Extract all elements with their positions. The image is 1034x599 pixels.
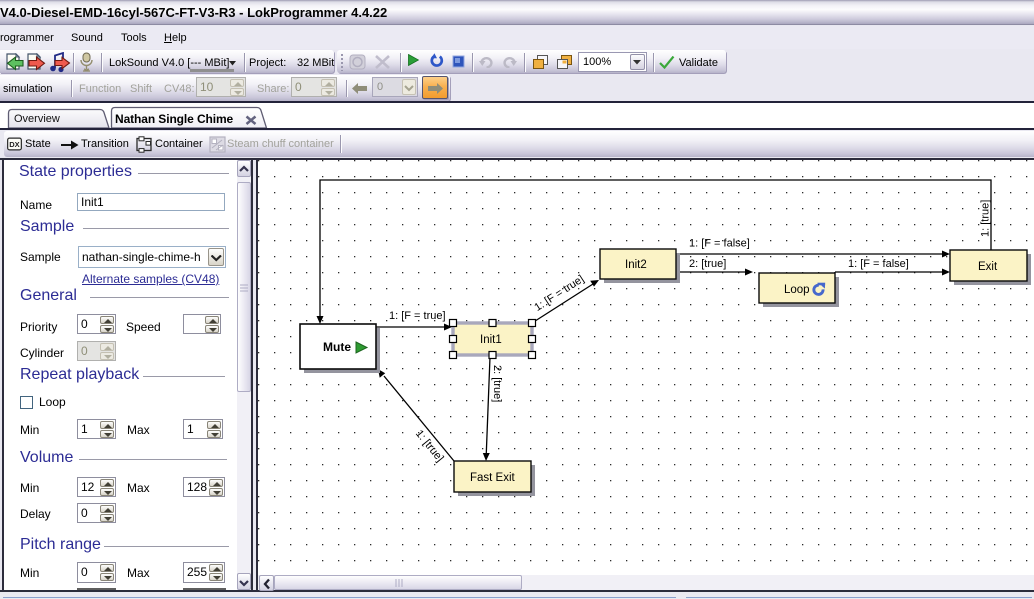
svg-text:Init1: Init1 [480,334,502,346]
svg-text:Nathan Single Chime: Nathan Single Chime [115,112,234,126]
svg-text:DX: DX [9,140,19,149]
svg-text:Overview: Overview [14,113,60,125]
svg-text:Exit: Exit [978,261,998,273]
svg-text:2: [true]: 2: [true] [689,258,726,270]
svg-text:1: [F = true]: 1: [F = true] [389,310,446,322]
svg-text:Init2: Init2 [625,259,647,271]
svg-text:Mute: Mute [323,340,351,354]
svg-text:2: [true]: 2: [true] [491,365,503,402]
svg-text:1: [F = false]: 1: [F = false] [689,238,750,250]
svg-text:1: [true]: 1: [true] [980,200,992,237]
svg-text:1: [F = false]: 1: [F = false] [848,258,909,270]
svg-text:Loop: Loop [784,284,810,296]
svg-text:Fast Exit: Fast Exit [470,472,516,484]
